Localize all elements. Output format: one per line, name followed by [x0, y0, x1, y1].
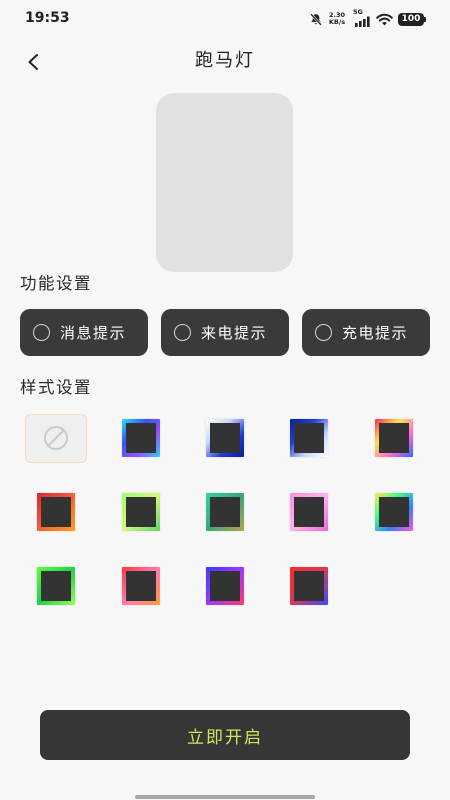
- page: 19:53 2.30 KB/s 5G 100 跑马灯 功能设置 消息提示 来电提…: [0, 0, 450, 800]
- status-icons: 2.30 KB/s 5G 100: [310, 8, 426, 28]
- style-swatch[interactable]: [205, 419, 244, 457]
- swatch-fill: [209, 423, 240, 453]
- option-call-alert[interactable]: 来电提示: [161, 309, 289, 356]
- style-cell: [183, 549, 267, 623]
- style-cell: [14, 549, 98, 623]
- mute-bell-icon: [310, 12, 322, 26]
- swatch-fill: [378, 497, 409, 527]
- battery-level: 100: [401, 13, 421, 24]
- style-swatch[interactable]: [37, 493, 76, 531]
- prohibited-icon: [44, 426, 69, 450]
- net-speed: 2.30 KB/s: [327, 11, 347, 27]
- swatch-fill: [209, 497, 240, 527]
- status-bar: 19:53 2.30 KB/s 5G 100: [0, 0, 450, 36]
- style-swatch[interactable]: [121, 419, 160, 457]
- signal-bars-icon: [355, 16, 370, 27]
- wifi-icon: [376, 13, 393, 26]
- option-label: 充电提示: [342, 323, 409, 342]
- style-option-none[interactable]: [25, 413, 88, 463]
- swatch-fill: [378, 423, 409, 453]
- function-settings-label: 功能设置: [20, 274, 92, 293]
- style-swatch[interactable]: [374, 419, 413, 457]
- radio-circle: [174, 324, 191, 341]
- page-title: 跑马灯: [195, 50, 255, 71]
- style-cell: [98, 401, 182, 475]
- home-indicator[interactable]: [135, 795, 315, 799]
- style-cell: [98, 549, 182, 623]
- style-cell: [267, 401, 351, 475]
- start-button[interactable]: 立即开启: [40, 710, 410, 760]
- radio-circle: [33, 324, 50, 341]
- swatch-fill: [125, 497, 156, 527]
- style-swatch[interactable]: [37, 567, 76, 605]
- style-cell: [14, 401, 98, 475]
- style-swatch[interactable]: [205, 567, 244, 605]
- swatch-fill: [125, 571, 156, 601]
- option-label: 来电提示: [201, 323, 268, 342]
- signal-indicator: 5G: [353, 8, 371, 28]
- swatch-fill: [125, 423, 156, 453]
- style-swatch[interactable]: [374, 493, 413, 531]
- style-cell: [98, 475, 182, 549]
- style-cell: [183, 475, 267, 549]
- marquee-preview: [156, 93, 293, 272]
- style-swatch[interactable]: [290, 493, 329, 531]
- net-speed-unit: KB/s: [328, 18, 346, 26]
- swatch-fill: [41, 497, 72, 527]
- style-settings-label: 样式设置: [20, 378, 92, 397]
- network-type: 5G: [353, 8, 363, 16]
- style-swatch[interactable]: [205, 493, 244, 531]
- style-swatch[interactable]: [121, 493, 160, 531]
- style-swatch[interactable]: [121, 567, 160, 605]
- style-cell: [267, 475, 351, 549]
- style-cell: [352, 401, 436, 475]
- battery-icon: 100: [398, 12, 426, 26]
- swatch-fill: [294, 571, 325, 601]
- style-cell: [352, 475, 436, 549]
- swatch-fill: [294, 423, 325, 453]
- swatch-fill: [209, 571, 240, 601]
- swatch-fill: [41, 571, 72, 601]
- style-cell: [183, 401, 267, 475]
- style-cell: [14, 475, 98, 549]
- option-message-alert[interactable]: 消息提示: [20, 309, 148, 356]
- swatch-fill: [294, 497, 325, 527]
- style-grid: [14, 401, 436, 623]
- radio-circle: [315, 324, 332, 341]
- function-options: 消息提示 来电提示 充电提示: [20, 309, 430, 356]
- style-swatch[interactable]: [290, 419, 329, 457]
- status-time: 19:53: [25, 10, 70, 26]
- option-label: 消息提示: [60, 323, 127, 342]
- style-cell: [267, 549, 351, 623]
- option-charge-alert[interactable]: 充电提示: [302, 309, 430, 356]
- style-swatch[interactable]: [290, 567, 329, 605]
